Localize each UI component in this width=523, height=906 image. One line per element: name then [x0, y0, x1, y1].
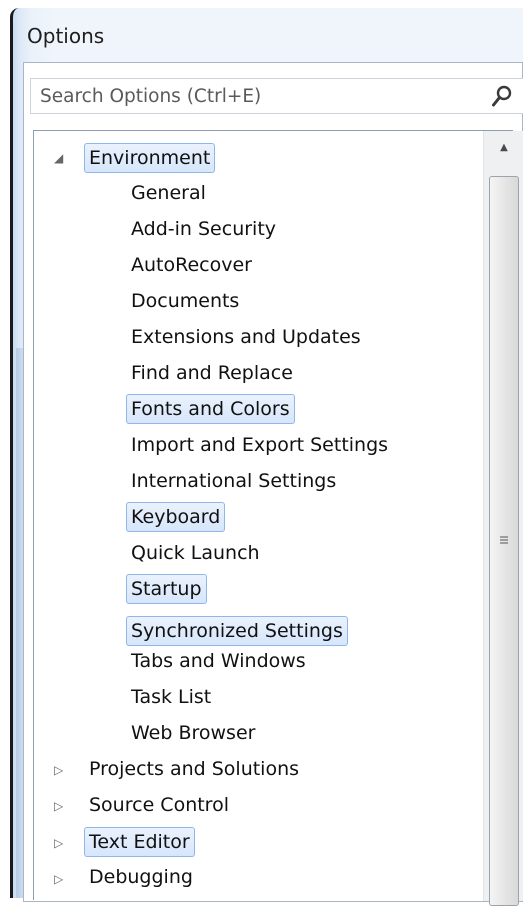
tree-item-autorecover[interactable]: AutoRecover	[126, 250, 257, 280]
tree-item-environment[interactable]: Environment	[84, 143, 216, 173]
tree-item-web-browser[interactable]: Web Browser	[126, 718, 260, 748]
tree-item-task-list[interactable]: Task List	[126, 682, 216, 712]
search-icon[interactable]	[491, 84, 513, 108]
tree-item-projects-and-solutions[interactable]: Projects and Solutions	[84, 754, 304, 784]
tree-item-fonts-and-colors[interactable]: Fonts and Colors	[126, 394, 295, 424]
tree-item-startup[interactable]: Startup	[126, 574, 207, 604]
tree-item-debugging[interactable]: Debugging	[84, 862, 198, 892]
tree-item-text-editor[interactable]: Text Editor	[84, 827, 195, 857]
tree-item-tabs-and-windows[interactable]: Tabs and Windows	[126, 646, 311, 676]
window-title: Options	[27, 24, 105, 48]
scroll-up-arrow-icon[interactable]: ▲	[484, 139, 523, 157]
scroll-thumb[interactable]	[489, 176, 519, 906]
search-input[interactable]	[31, 79, 480, 113]
collapsed-arrow-icon[interactable]: ▷	[54, 791, 63, 821]
tree-item-import-and-export-settings[interactable]: Import and Export Settings	[126, 430, 393, 460]
tree-item-label: Environment	[84, 143, 216, 173]
scroll-grip-icon	[500, 536, 508, 544]
expanded-arrow-icon[interactable]: ◢	[54, 143, 63, 173]
options-tree[interactable]: ◢ Environment General Add-in Security Au…	[33, 130, 513, 900]
tree-item-quick-launch[interactable]: Quick Launch	[126, 538, 265, 568]
search-box[interactable]	[30, 78, 523, 114]
tree-item-keyboard[interactable]: Keyboard	[126, 502, 226, 532]
tree-item-source-control[interactable]: Source Control	[84, 790, 234, 820]
collapsed-arrow-icon[interactable]: ▷	[54, 828, 63, 858]
tree-item-add-in-security[interactable]: Add-in Security	[126, 214, 281, 244]
collapsed-arrow-icon[interactable]: ▷	[54, 864, 63, 894]
tree-item-synchronized-settings[interactable]: Synchronized Settings	[126, 616, 348, 646]
tree-item-extensions-and-updates[interactable]: Extensions and Updates	[126, 322, 366, 352]
vertical-scrollbar[interactable]: ▲	[483, 131, 523, 906]
tree-item-general[interactable]: General	[126, 178, 211, 208]
tree-item-international-settings[interactable]: International Settings	[126, 466, 341, 496]
collapsed-arrow-icon[interactable]: ▷	[54, 755, 63, 785]
tree-item-documents[interactable]: Documents	[126, 286, 244, 316]
tree-item-find-and-replace[interactable]: Find and Replace	[126, 358, 298, 388]
